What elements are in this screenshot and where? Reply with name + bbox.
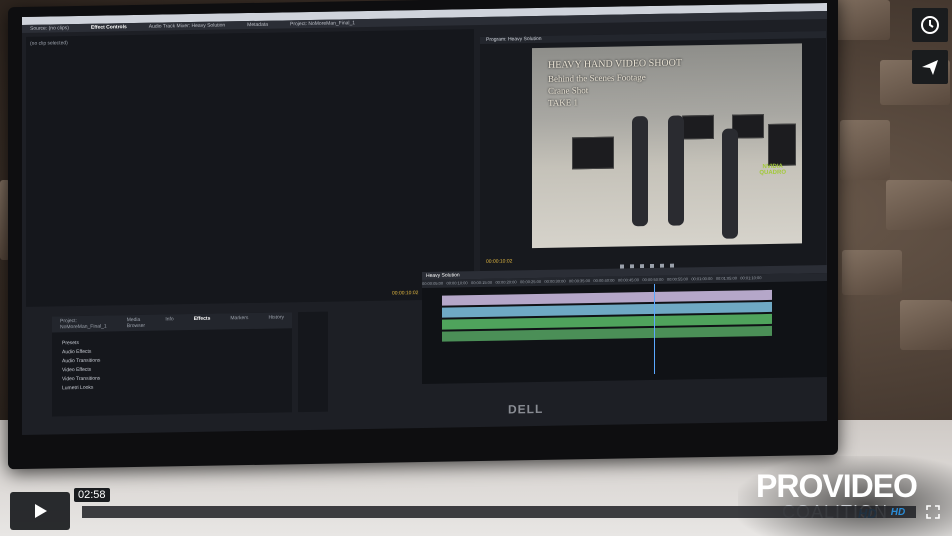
tools-panel bbox=[298, 311, 328, 413]
tab-project[interactable]: Project: NoMoreMan_Final_1 bbox=[290, 19, 355, 28]
nvidia-logo: NVIDIA QUADRO bbox=[759, 164, 786, 176]
effect-panel-message: (no clip selected) bbox=[30, 40, 68, 47]
stone-block bbox=[842, 250, 902, 295]
tree-item-audio-effects[interactable]: Audio Effects bbox=[62, 345, 282, 356]
ruler-tick: 00:00:30:00 bbox=[544, 278, 566, 284]
ruler-tick: 00:00:45:00 bbox=[617, 277, 640, 283]
tab-info[interactable]: Info bbox=[165, 316, 173, 328]
ruler-tick: 00:01:10:00 bbox=[740, 275, 762, 281]
ruler-tick: 00:00:35:00 bbox=[568, 278, 591, 284]
band-member bbox=[722, 128, 738, 239]
fullscreen-button[interactable] bbox=[922, 502, 944, 522]
timeline-panel: Heavy Solution 00:00:05:00 00:00:10:00 0… bbox=[392, 264, 827, 385]
playhead[interactable] bbox=[654, 283, 655, 374]
effects-tree: Presets Audio Effects Audio Transitions … bbox=[52, 328, 292, 402]
ruler-tick: 00:00:05:00 bbox=[422, 280, 444, 287]
ruler-tick: 00:00:40:00 bbox=[593, 277, 615, 284]
overlay-line-3: Crane Shot bbox=[548, 85, 589, 96]
stone-block bbox=[830, 0, 890, 40]
effect-controls-panel: (no clip selected) bbox=[26, 29, 474, 307]
tree-item-audio-transitions[interactable]: Audio Transitions bbox=[62, 354, 282, 365]
stone-block bbox=[900, 300, 952, 350]
ruler-tick: 00:00:10:00 bbox=[446, 280, 468, 286]
program-monitor-title[interactable]: Program: Heavy Solution bbox=[480, 30, 826, 45]
tree-item-presets[interactable]: Presets bbox=[62, 336, 282, 346]
band-member bbox=[668, 115, 684, 226]
ruler-tick: 00:00:25:00 bbox=[519, 278, 542, 285]
program-video-frame: HEAVY HAND VIDEO SHOOT Behind the Scenes… bbox=[532, 43, 802, 249]
stone-block bbox=[840, 120, 890, 180]
progress-bar[interactable] bbox=[82, 506, 916, 518]
overlay-line-1: HEAVY HAND VIDEO SHOOT bbox=[548, 57, 682, 71]
tab-metadata[interactable]: Metadata bbox=[247, 21, 268, 29]
ruler-tick: 00:00:20:00 bbox=[495, 279, 517, 285]
tab-effects[interactable]: Effects bbox=[194, 316, 211, 328]
tab-media-browser[interactable]: Media Browser bbox=[127, 317, 146, 329]
amp bbox=[682, 114, 714, 140]
tab-history[interactable]: History bbox=[268, 314, 284, 326]
ruler-tick: 00:00:50:00 bbox=[642, 276, 664, 283]
ruler-tick: 00:00:15:00 bbox=[470, 279, 493, 286]
clock-icon bbox=[921, 16, 939, 34]
program-timecode[interactable]: 00:00:10:02 bbox=[486, 258, 512, 264]
play-button[interactable] bbox=[10, 492, 70, 530]
tab-source[interactable]: Source: (no clips) bbox=[30, 24, 69, 33]
timeline-timecode[interactable]: 00:00:10:02 bbox=[392, 290, 418, 296]
amp bbox=[572, 136, 614, 170]
fullscreen-icon bbox=[926, 505, 940, 519]
ruler-tick: 00:01:00:00 bbox=[691, 275, 713, 282]
band-member bbox=[632, 116, 648, 227]
play-icon bbox=[35, 504, 47, 518]
tab-effect-controls[interactable]: Effect Controls bbox=[91, 23, 127, 32]
stone-block bbox=[886, 180, 952, 230]
share-button[interactable] bbox=[912, 50, 948, 84]
monitor-screen: Source: (no clips) Effect Controls Audio… bbox=[22, 2, 827, 435]
tab-audio-mixer[interactable]: Audio Track Mixer: Heavy Solution bbox=[149, 21, 225, 30]
video-player-controls: 02:58 HD bbox=[0, 486, 952, 536]
tree-item-lumetri-looks[interactable]: Lumetri Looks bbox=[62, 381, 282, 392]
quadro-label: QUADRO bbox=[759, 169, 786, 177]
tab-markers[interactable]: Markers bbox=[230, 315, 248, 327]
project-panel: Project: NoMoreMan_Final_1 Media Browser… bbox=[52, 312, 292, 417]
watch-later-button[interactable] bbox=[912, 8, 948, 42]
monitor: Source: (no clips) Effect Controls Audio… bbox=[8, 0, 838, 470]
tree-item-video-effects[interactable]: Video Effects bbox=[62, 363, 282, 374]
hd-toggle[interactable]: HD bbox=[878, 504, 918, 520]
dell-logo: DELL bbox=[508, 401, 544, 417]
program-monitor: Program: Heavy Solution HEAVY HAND VIDEO… bbox=[480, 30, 826, 278]
overlay-line-4: TAKE 1 bbox=[548, 97, 579, 108]
tab-project-panel[interactable]: Project: NoMoreMan_Final_1 bbox=[60, 318, 107, 330]
tree-item-video-transitions[interactable]: Video Transitions bbox=[62, 372, 282, 383]
amp bbox=[768, 123, 796, 166]
time-display: 02:58 bbox=[74, 488, 110, 502]
ruler-tick: 00:00:55:00 bbox=[666, 276, 688, 282]
ruler-tick: 00:01:05:00 bbox=[715, 275, 737, 281]
overlay-line-2: Behind the Scenes Footage bbox=[548, 72, 646, 84]
paper-plane-icon bbox=[922, 60, 938, 75]
